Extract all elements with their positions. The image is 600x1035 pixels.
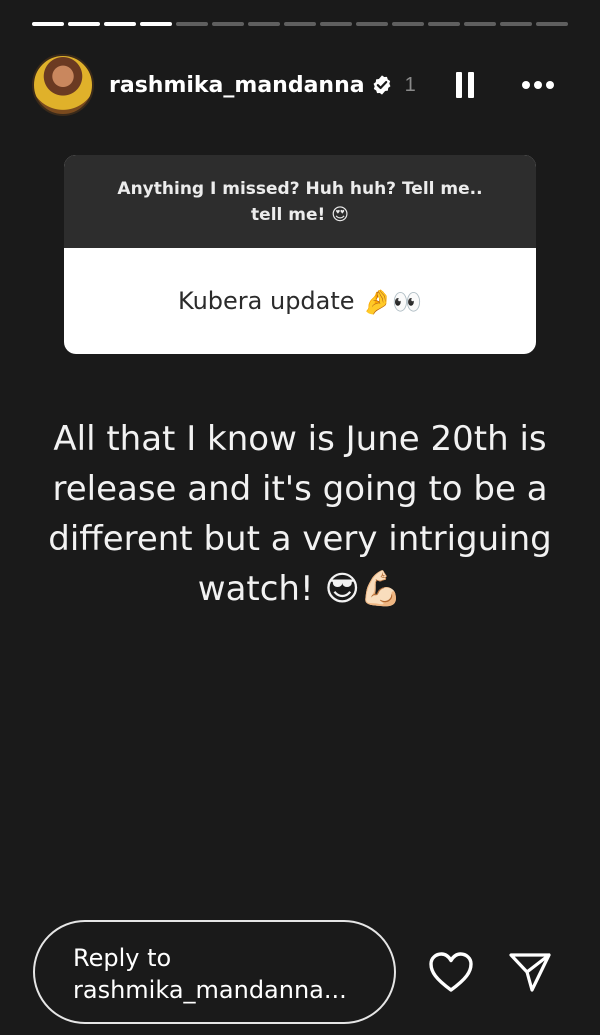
post-time: 1: [404, 73, 416, 96]
progress-segment: [500, 22, 532, 26]
question-line-1: Anything I missed? Huh huh? Tell me..: [117, 178, 483, 199]
progress-segment: [248, 22, 280, 26]
send-icon[interactable]: [508, 951, 552, 993]
progress-segment: [140, 22, 172, 26]
progress-segment: [32, 22, 64, 26]
caption-line-2: release and it's going to be a: [52, 469, 548, 509]
caption-line-1: All that I know is June 20th is: [53, 419, 547, 459]
username[interactable]: rashmika_mandanna: [109, 73, 365, 98]
progress-segment: [176, 22, 208, 26]
progress-segment: [212, 22, 244, 26]
answer-emojis: 🤌👀: [362, 287, 422, 316]
story-progress-bar: [32, 22, 568, 26]
progress-segment: [68, 22, 100, 26]
progress-segment: [392, 22, 424, 26]
progress-segment: [428, 22, 460, 26]
more-options-icon[interactable]: [521, 81, 554, 89]
reply-input[interactable]: Reply to rashmika_mandanna...: [33, 920, 396, 1024]
caption-emojis: 😎💪🏻: [324, 569, 403, 609]
pause-icon[interactable]: [455, 72, 474, 98]
question-sticker[interactable]: Anything I missed? Huh huh? Tell me.. te…: [64, 155, 536, 354]
story-header: rashmika_mandanna 1: [32, 54, 570, 116]
verified-badge-icon: [371, 74, 393, 96]
reply-placeholder-line-1: Reply to: [73, 944, 172, 972]
avatar[interactable]: [32, 54, 94, 116]
answer-text: Kubera update: [178, 286, 355, 315]
reply-placeholder-line-2: rashmika_mandanna...: [73, 976, 347, 1004]
question-line-2: tell me!: [251, 204, 326, 225]
caption-line-4: watch!: [197, 569, 314, 609]
heart-icon[interactable]: [428, 951, 474, 995]
progress-segment: [464, 22, 496, 26]
heart-eyes-emoji: 😍: [331, 204, 349, 225]
progress-segment: [356, 22, 388, 26]
question-prompt: Anything I missed? Huh huh? Tell me.. te…: [64, 155, 536, 248]
progress-segment: [536, 22, 568, 26]
progress-segment: [104, 22, 136, 26]
progress-segment: [320, 22, 352, 26]
caption-line-3: different but a very intriguing: [48, 519, 552, 559]
question-answer: Kubera update 🤌👀: [64, 248, 536, 354]
story-caption: All that I know is June 20th is release …: [30, 414, 570, 614]
progress-segment: [284, 22, 316, 26]
